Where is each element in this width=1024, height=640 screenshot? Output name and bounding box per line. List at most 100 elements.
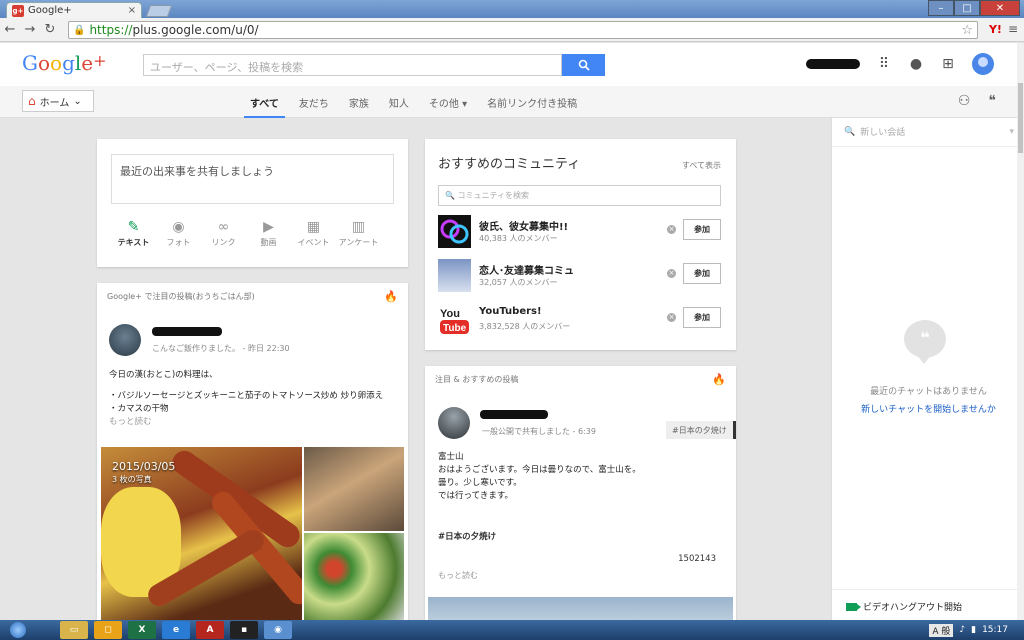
forward-icon[interactable]: →: [20, 22, 40, 37]
account-name-redacted[interactable]: [806, 59, 860, 69]
search-button[interactable]: [562, 54, 605, 76]
taskbar-apps: ▭ ◻ X e A ▪ ◉: [60, 621, 292, 639]
post-source-header[interactable]: Google+ で注目の投稿(おうちごはん部): [107, 291, 255, 302]
avatar[interactable]: [109, 324, 141, 356]
new-conversation-input[interactable]: 🔍 新しい会話 ▾: [844, 125, 1014, 139]
community-name[interactable]: YouTubers!: [479, 306, 542, 317]
post-photo-main[interactable]: 2015/03/05 3 枚の写真: [101, 447, 302, 623]
network-icon[interactable]: ▮: [971, 625, 976, 635]
google-plus-favicon-icon: g+: [12, 4, 24, 17]
community-row[interactable]: You Tube YouTubers! 3,832,528 人のメンバー × 参加: [438, 303, 721, 337]
community-search-input[interactable]: 🔍 コミュニティを検索: [438, 185, 721, 206]
start-chat-link[interactable]: 新しいチャットを開始しませんか: [832, 398, 1024, 418]
system-tray: A 般 ♪ ▮ 15:17: [929, 620, 1024, 640]
video-camera-icon: [846, 602, 861, 611]
google-plus-logo[interactable]: Google+: [22, 51, 107, 75]
yahoo-extension-icon[interactable]: Y!: [989, 23, 1002, 36]
new-tab-button[interactable]: [145, 5, 173, 17]
post-body: 富士山 おはようございます。今日は曇りなので、富士山を。 曇り。少し寒いです。 …: [438, 452, 641, 501]
communities-title: おすすめのコミュニティ: [438, 157, 581, 172]
notifications-bell-icon[interactable]: ●: [908, 56, 924, 72]
post-photo-fish[interactable]: [304, 447, 404, 531]
internet-explorer-icon[interactable]: e: [162, 621, 190, 639]
bookmark-star-icon[interactable]: ☆: [961, 23, 973, 38]
see-all-link[interactable]: すべて表示: [682, 160, 721, 171]
share-text-button[interactable]: ✎ テキスト: [111, 219, 156, 248]
address-bar[interactable]: 🔒 https:// plus.google.com/u/0/ ☆: [68, 21, 978, 39]
tab-all[interactable]: すべて: [240, 86, 289, 118]
maximize-icon[interactable]: □: [954, 0, 980, 16]
tab-friends[interactable]: 友だち: [289, 86, 339, 118]
share-event-button[interactable]: ▦ イベント: [291, 219, 336, 248]
stream-nav: ⌂ ホーム ⌄ すべて 友だち 家族 知人 その他 ▾ 名前リンク付き投稿 ⚇ …: [0, 86, 1024, 118]
hashtag-chip[interactable]: #日本の夕焼け: [666, 421, 736, 439]
avatar[interactable]: [438, 407, 470, 439]
start-video-hangout-button[interactable]: ビデオハングアウト開始: [832, 589, 1024, 623]
author-name-redacted[interactable]: [480, 410, 548, 419]
menu-icon[interactable]: ≡: [1008, 22, 1018, 36]
share-input[interactable]: 最近の出来事を共有しましょう: [111, 154, 394, 204]
volume-icon[interactable]: ♪: [959, 625, 965, 635]
chrome-icon[interactable]: ◉: [264, 621, 292, 639]
home-icon: ⌂: [28, 94, 36, 108]
app-icon[interactable]: ◻: [94, 621, 122, 639]
url-scheme: https://: [89, 23, 133, 37]
back-icon[interactable]: ←: [0, 22, 20, 37]
home-dropdown[interactable]: ⌂ ホーム ⌄: [22, 90, 94, 112]
calendar-icon: ▦: [306, 219, 321, 235]
search-input[interactable]: ユーザー、ページ、投稿を検索: [143, 54, 562, 76]
explorer-icon[interactable]: ▭: [60, 621, 88, 639]
clock[interactable]: 15:17: [982, 625, 1008, 635]
apps-grid-icon[interactable]: ⠿: [876, 56, 892, 72]
link-icon: ∞: [217, 219, 230, 235]
community-row[interactable]: 恋人･友達募集コミュ 32,057 人のメンバー × 参加: [438, 259, 721, 293]
chevron-down-icon[interactable]: ▾: [1009, 127, 1014, 137]
reload-icon[interactable]: ↻: [40, 22, 60, 37]
author-name-redacted[interactable]: [152, 327, 222, 336]
hangouts-icon[interactable]: ❝: [988, 93, 996, 109]
ime-indicator[interactable]: A 般: [929, 623, 954, 637]
dismiss-icon[interactable]: ×: [667, 269, 676, 278]
circles-icon[interactable]: ⚇: [958, 93, 971, 109]
community-name[interactable]: 恋人･友達募集コミュ: [479, 262, 574, 277]
dismiss-icon[interactable]: ×: [667, 225, 676, 234]
tab-family[interactable]: 家族: [339, 86, 379, 118]
join-button[interactable]: 参加: [683, 263, 721, 284]
read-more-link[interactable]: もっと読む: [109, 416, 399, 429]
close-window-icon[interactable]: ✕: [980, 0, 1020, 16]
start-button[interactable]: [0, 620, 36, 640]
post-line: ・バジルソーセージとズッキーニと茄子のトマトソース炒め 炒り卵添え: [109, 391, 384, 401]
tab-acquaintances[interactable]: 知人: [379, 86, 419, 118]
join-button[interactable]: 参加: [683, 307, 721, 328]
home-label: ホーム: [39, 97, 70, 109]
photo-count: 3 枚の写真: [112, 475, 152, 484]
hashtag-link[interactable]: #日本の夕焼け: [438, 530, 496, 542]
page-scrollbar[interactable]: [1017, 43, 1024, 623]
avatar[interactable]: [972, 53, 994, 75]
tab-more[interactable]: その他 ▾: [419, 86, 477, 118]
window-controls: – □ ✕: [928, 0, 1020, 16]
post-photo-salad[interactable]: [304, 533, 404, 623]
dismiss-icon[interactable]: ×: [667, 313, 676, 322]
tab-close-icon[interactable]: ×: [128, 5, 136, 16]
share-photo-button[interactable]: ◉ フォト: [156, 219, 201, 248]
post-body: 今日の漢(おとこ)の料理は、 ・バジルソーセージとズッキーニと茄子のトマトソース…: [109, 369, 399, 429]
share-link-button[interactable]: ∞ リンク: [201, 219, 246, 248]
community-row[interactable]: 彼氏、彼女募集中!! 40,383 人のメンバー × 参加: [438, 215, 721, 249]
acrobat-icon[interactable]: A: [196, 621, 224, 639]
circle-tabs: すべて 友だち 家族 知人 その他 ▾ 名前リンク付き投稿: [240, 86, 587, 118]
youtube-logo-icon: You Tube: [438, 303, 471, 336]
join-button[interactable]: 参加: [683, 219, 721, 240]
no-chats-text: 最近のチャットはありません: [870, 387, 987, 397]
read-more-link[interactable]: もっと読む: [438, 570, 478, 581]
post-meta: 一般公開で共有しました - 6:39: [482, 427, 596, 436]
browser-tab[interactable]: g+ Google+ ×: [6, 2, 142, 18]
excel-icon[interactable]: X: [128, 621, 156, 639]
tab-named-posts[interactable]: 名前リンク付き投稿: [477, 86, 587, 118]
share-video-button[interactable]: ▶ 動画: [246, 219, 291, 248]
share-plus-icon[interactable]: ⊞: [940, 56, 956, 72]
community-name[interactable]: 彼氏、彼女募集中!!: [479, 218, 568, 233]
minimize-icon[interactable]: –: [928, 0, 954, 16]
share-poll-button[interactable]: ▥ アンケート: [336, 219, 381, 248]
app-icon[interactable]: ▪: [230, 621, 258, 639]
